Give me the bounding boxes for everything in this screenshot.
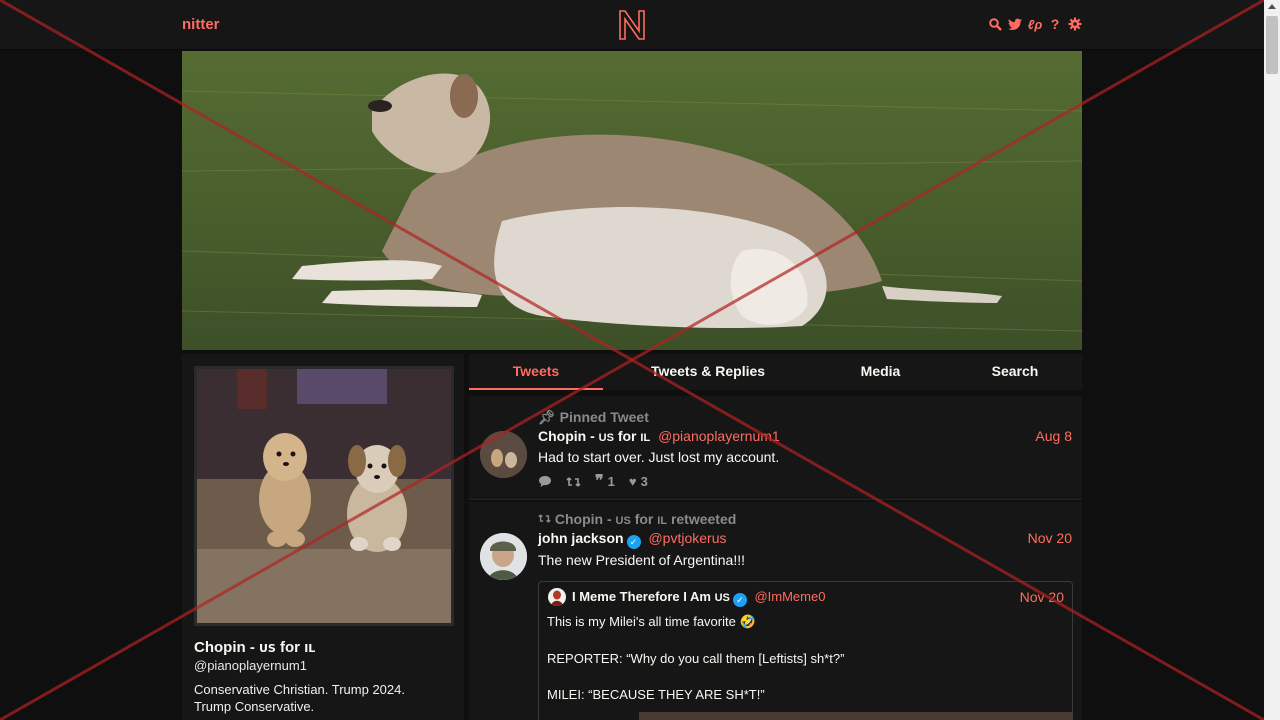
page-scrollbar[interactable] [1264, 0, 1280, 720]
quote-text-line: REPORTER: “Why do you call them [Leftist… [547, 651, 845, 666]
profile-name-text: Chopin - [194, 639, 259, 656]
twitter-bird-icon[interactable] [1008, 16, 1022, 32]
quote-text-line: MILEI: “BECAUSE THEY ARE SH*T!” [547, 687, 765, 702]
pin-icon: 📌︎ [538, 409, 556, 425]
profile-handle[interactable]: @pianoplayernum1 [194, 658, 307, 673]
tweet-author-name[interactable]: Chopin - US for IL [538, 428, 654, 444]
search-icon[interactable] [988, 16, 1002, 32]
help-icon[interactable]: ? [1048, 16, 1062, 32]
nitter-logo-link[interactable]: nitter [182, 16, 220, 33]
profile-banner-image[interactable] [182, 51, 1082, 350]
retweet-icon [538, 511, 555, 527]
tweet-avatar[interactable] [480, 533, 527, 580]
tweet-text: Had to start over. Just lost my account. [538, 449, 780, 465]
quote-icon: ❞ [595, 472, 604, 490]
timeline-tweet[interactable]: Chopin - US for IL retweeted john jackso… [469, 502, 1082, 720]
tweet-avatar[interactable] [480, 431, 527, 478]
quoted-tweet[interactable]: I Meme Therefore I Am US ✓ @ImMeme0 Nov 2… [538, 581, 1073, 720]
tweet-author-row: Chopin - US for IL @pianoplayernum1 [538, 428, 780, 444]
quote-author-row: I Meme Therefore I Am US ✓ @ImMeme0 [572, 589, 825, 607]
pinned-label: Pinned Tweet [559, 409, 649, 425]
profile-bio: Conservative Christian. Trump 2024. Trum… [194, 682, 405, 714]
like-stat[interactable]: ♥ 3 [629, 474, 648, 489]
retweet-label: Chopin - US for IL retweeted [554, 511, 737, 527]
reply-icon[interactable] [538, 475, 552, 488]
tweet-author-handle[interactable]: @pianoplayernum1 [658, 428, 780, 444]
retweet-icon[interactable] [566, 476, 581, 488]
tab-tweets[interactable]: Tweets [469, 354, 603, 390]
like-count: 3 [640, 474, 648, 489]
quote-count: 1 [607, 474, 615, 489]
verified-badge-icon: ✓ [626, 535, 641, 549]
retweet-header: Chopin - US for IL retweeted [538, 511, 736, 527]
instance-icon[interactable]: ℓρ [1028, 16, 1043, 32]
tab-tweets-replies[interactable]: Tweets & Replies [603, 354, 813, 390]
pinned-tweet-header: 📌︎ Pinned Tweet [538, 409, 649, 426]
tab-media[interactable]: Media [813, 354, 948, 390]
quote-author-handle[interactable]: @ImMeme0 [754, 589, 825, 604]
tweet-author-name[interactable]: john jackson [538, 530, 624, 546]
quote-author-avatar[interactable] [548, 588, 566, 606]
tab-search[interactable]: Search [948, 354, 1082, 390]
scroll-thumb[interactable] [1266, 16, 1278, 74]
tweet-text: The new President of Argentina!!! [538, 552, 746, 568]
quote-stat[interactable]: ❞ 1 [595, 472, 615, 490]
profile-name-for: for [275, 639, 305, 656]
quote-media-image[interactable] [639, 712, 1073, 720]
timeline-tabs: Tweets Tweets & Replies Media Search [469, 354, 1082, 390]
tweet-date[interactable]: Aug 8 [1035, 428, 1072, 444]
top-navbar: nitter ℓρ ? [0, 0, 1264, 50]
quote-text-line: This is my Milei's all time favorite 🤣 [547, 614, 756, 629]
profile-display-name[interactable]: Chopin - US for IL [194, 639, 315, 656]
profile-avatar[interactable] [194, 366, 454, 626]
quote-date[interactable]: Nov 20 [1020, 589, 1064, 605]
tweet-author-handle[interactable]: @pvtjokerus [648, 530, 726, 546]
scroll-up-arrow-icon[interactable] [1268, 4, 1276, 9]
tweet-stats: ❞ 1 ♥ 3 [538, 472, 648, 490]
us-flag-icon: US [258, 642, 276, 655]
heart-icon: ♥ [628, 474, 637, 489]
profile-card: Chopin - US for IL @pianoplayernum1 Cons… [182, 354, 464, 720]
il-flag-icon: IL [304, 642, 316, 655]
quote-author-name[interactable]: I Meme Therefore I Am US [572, 589, 730, 604]
tweet-author-row: john jackson ✓ @pvtjokerus [538, 530, 727, 549]
tweet-date[interactable]: Nov 20 [1028, 530, 1072, 546]
gear-icon[interactable] [1068, 16, 1082, 32]
nitter-n-logo-icon[interactable] [618, 9, 646, 41]
timeline-tweet[interactable]: 📌︎ Pinned Tweet Chopin - US for IL @pian… [469, 396, 1082, 500]
nav-icon-group: ℓρ ? [988, 16, 1082, 32]
verified-badge-icon: ✓ [732, 593, 747, 607]
